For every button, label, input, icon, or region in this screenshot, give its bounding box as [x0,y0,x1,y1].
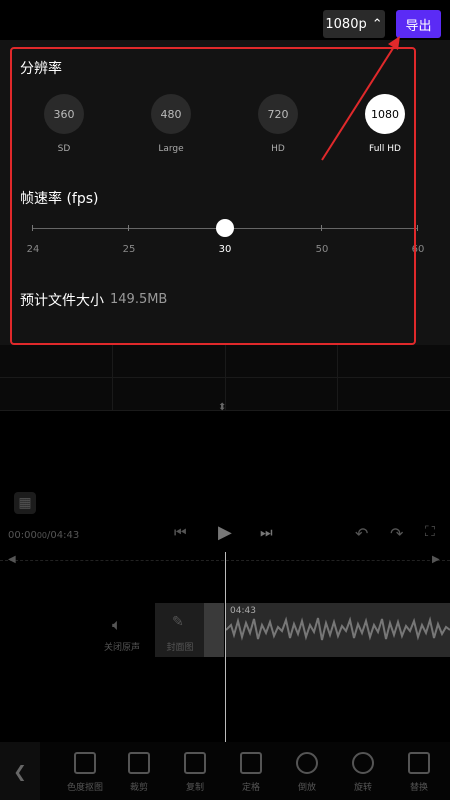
undo-icon[interactable]: ↶ [355,524,368,543]
chevron-up-icon: ⌃ [371,16,383,32]
edit-pencil-icon: ✎ [172,614,184,630]
grid-line [112,345,113,410]
resolution-dropdown-label: 1080p [325,16,367,32]
tool-rotate[interactable]: 旋转 [338,752,388,793]
fullscreen-icon[interactable]: ⛶ [425,524,435,540]
tool-label: 复制 [185,783,204,793]
cover-label[interactable]: 封面图 [160,640,200,653]
reverse-icon [296,752,318,774]
redo-icon[interactable]: ↷ [390,524,403,543]
chroma-key-icon [74,752,96,774]
tool-chroma-key[interactable]: 色度抠图 [60,752,110,793]
export-button[interactable]: 导出 [396,10,441,38]
grid-toggle-icon[interactable]: ▦ [14,492,36,514]
rotate-icon [352,752,374,774]
tool-label: 定格 [241,783,260,793]
volume-icon[interactable]: 🔈︎ [112,615,122,635]
crop-icon [128,752,150,774]
tool-replace[interactable]: 替换 [394,752,444,793]
video-clip[interactable] [226,603,450,657]
skip-end-icon[interactable]: ⏭ [260,525,273,541]
grid-line [225,345,226,410]
skip-start-icon[interactable]: ⏮ [174,525,187,541]
highlight-box [10,47,416,345]
copy-icon [184,752,206,774]
time-frames: 00 [36,531,48,540]
playhead[interactable] [225,552,226,742]
time-total: /04:43 [47,530,80,541]
slider-tick [417,225,418,231]
mute-original-label[interactable]: 关闭原声 [100,640,144,653]
play-icon[interactable]: ▶ [218,522,232,543]
resize-handle-icon[interactable]: ⬍ [218,402,226,413]
tool-label: 旋转 [353,783,372,793]
grid-line [337,345,338,410]
tool-label: 倒放 [297,783,316,793]
clip-duration: 04:43 [230,606,256,616]
playback-time: 00:0000/04:43 [8,530,79,541]
tool-copy[interactable]: 复制 [170,752,220,793]
tool-label: 替换 [409,783,428,793]
tool-freeze[interactable]: 定格 [226,752,276,793]
tool-label: 裁剪 [129,783,148,793]
tool-reverse[interactable]: 倒放 [282,752,332,793]
waveform [226,616,450,641]
replace-icon [408,752,430,774]
back-chevron-icon[interactable]: ❮ [0,742,40,800]
freeze-icon [240,752,262,774]
timeline-end-icon: ▶ [432,554,440,565]
timeline-start-icon: ◀ [8,554,16,565]
tool-crop[interactable]: 裁剪 [114,752,164,793]
resolution-dropdown-button[interactable]: 1080p ⌃ [323,10,385,38]
tool-label: 色度抠图 [66,783,103,793]
time-current: 00:00 [8,530,37,541]
clip-trim-handle[interactable] [204,603,224,657]
